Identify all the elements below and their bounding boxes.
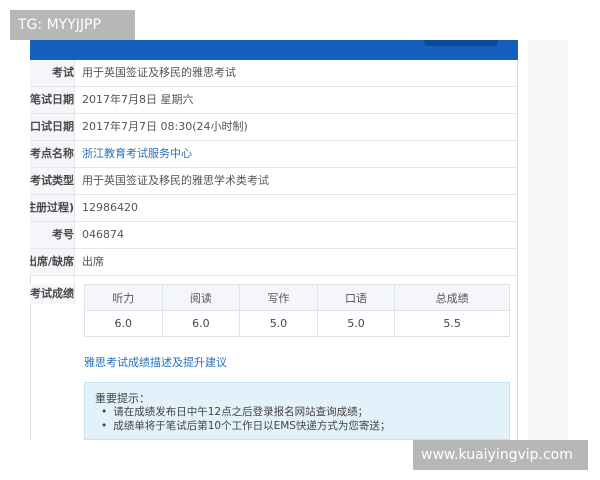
- row-written-date: 笔试日期 2017年7月8日 星期六: [30, 87, 518, 114]
- notice-title: 重要提示：: [95, 392, 150, 405]
- header-button[interactable]: [424, 40, 498, 46]
- row-value: 用于英国签证及移民的雅思学术类考试: [82, 174, 269, 187]
- notice-item: 成绩单将于笔试后第10个工作日以EMS快递方式为您寄送；: [101, 419, 390, 433]
- score-description-link[interactable]: 雅思考试成绩描述及提升建议: [84, 354, 227, 370]
- overall-score: 5.5: [394, 310, 510, 337]
- writing-score: 5.0: [239, 310, 318, 337]
- row-speaking-date: 口试日期 2017年7月7日 08:30(24小时制): [30, 114, 518, 141]
- overall-header: 总成绩: [394, 284, 510, 311]
- writing-header: 写作: [239, 284, 318, 311]
- row-label: 笔试日期: [30, 87, 74, 113]
- row-value: 用于英国签证及移民的雅思考试: [82, 66, 236, 79]
- row-label: 出席/缺席: [30, 249, 74, 275]
- scores-table: 听力 阅读 写作 口语 总成绩 6.0 6.0 5.0 5.0 5.5: [84, 284, 510, 337]
- scores-value-row: 6.0 6.0 5.0 5.0 5.5: [84, 310, 510, 337]
- row-value: 12986420: [82, 201, 138, 214]
- row-label: 考号: [30, 222, 74, 248]
- row-value: 出席: [82, 255, 104, 268]
- row-label: 考试: [30, 60, 74, 86]
- row-exam: 考试 用于英国签证及移民的雅思考试: [30, 60, 518, 87]
- listening-score: 6.0: [84, 310, 163, 337]
- test-centre-link[interactable]: 浙江教育考试服务中心: [82, 141, 192, 167]
- watermark-bottom-right: www.kuaiyingvip.com: [413, 440, 588, 470]
- listening-header: 听力: [84, 284, 163, 311]
- row-label: 口试日期: [30, 114, 74, 140]
- speaking-score: 5.0: [316, 310, 396, 337]
- notice-list: 请在成绩发布日中午12点之后登录报名网站查询成绩； 成绩单将于笔试后第10个工作…: [101, 405, 390, 433]
- important-notice: 重要提示： 请在成绩发布日中午12点之后登录报名网站查询成绩； 成绩单将于笔试后…: [84, 382, 510, 440]
- row-registration: 注册过程) 12986420: [30, 195, 518, 222]
- side-panel: [528, 40, 568, 440]
- reading-header: 阅读: [161, 284, 241, 311]
- row-label: 考试类型: [30, 168, 74, 194]
- row-attendance: 出席/缺席 出席: [30, 249, 518, 276]
- notice-item: 请在成绩发布日中午12点之后登录报名网站查询成绩；: [101, 405, 390, 419]
- watermark-top-left: TG: MYYJJPP: [10, 10, 135, 40]
- row-exam-type: 考试类型 用于英国签证及移民的雅思学术类考试: [30, 168, 518, 195]
- scores-label: 考试成绩: [30, 284, 74, 304]
- scores-header-row: 听力 阅读 写作 口语 总成绩: [84, 284, 510, 311]
- row-label: 注册过程): [30, 195, 74, 221]
- reading-score: 6.0: [161, 310, 241, 337]
- row-test-centre: 考点名称 浙江教育考试服务中心: [30, 141, 518, 168]
- row-candidate-number: 考号 046874: [30, 222, 518, 249]
- row-value: 2017年7月7日 08:30(24小时制): [82, 120, 248, 133]
- score-report-page: 考试 用于英国签证及移民的雅思考试 笔试日期 2017年7月8日 星期六 口试日…: [0, 0, 600, 480]
- speaking-header: 口语: [316, 284, 396, 311]
- row-value: 046874: [82, 228, 124, 241]
- row-label: 考点名称: [30, 141, 74, 167]
- row-value: 2017年7月8日 星期六: [82, 93, 194, 106]
